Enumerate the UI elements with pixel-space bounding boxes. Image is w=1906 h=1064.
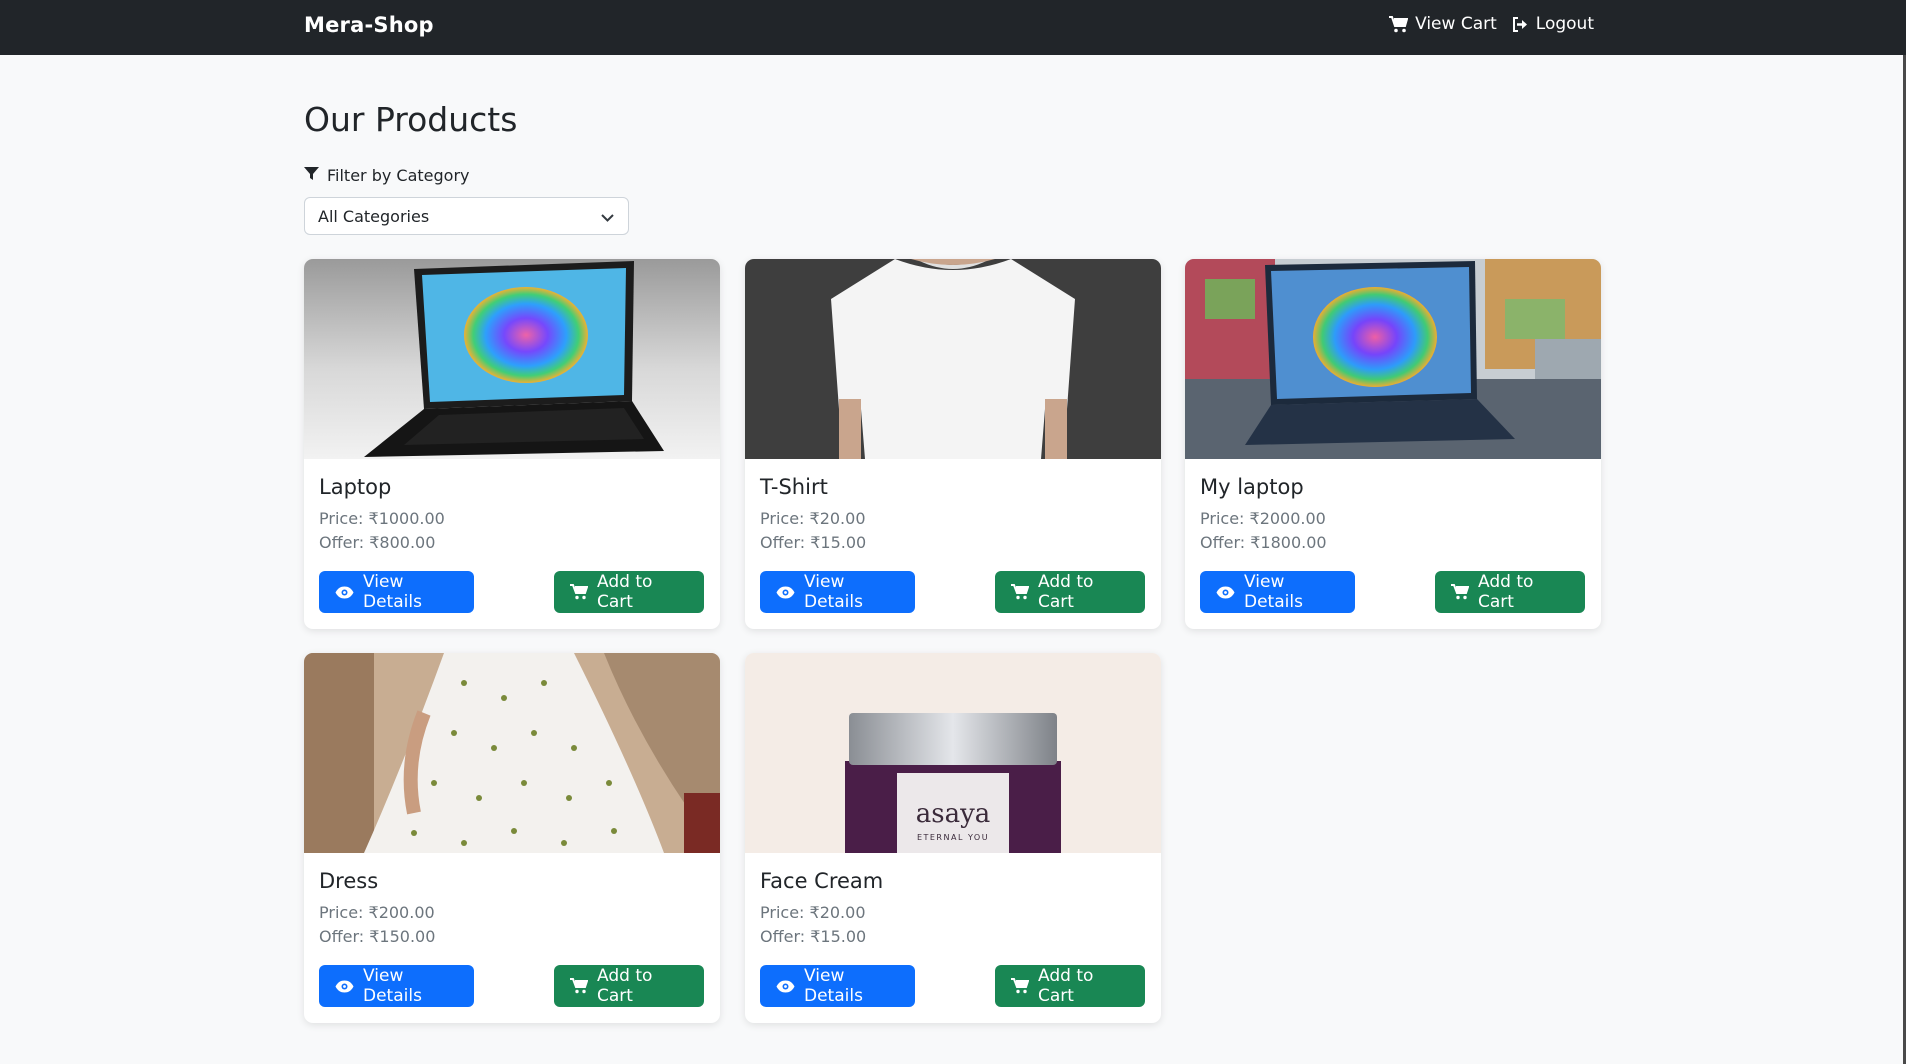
navbar: Mera-Shop View Cart Logout bbox=[0, 0, 1906, 55]
logout-icon bbox=[1511, 16, 1529, 33]
product-name[interactable]: T-Shirt bbox=[760, 475, 828, 499]
cart-icon bbox=[1389, 15, 1409, 33]
view-details-button[interactable]: View Details bbox=[319, 571, 474, 613]
add-to-cart-label: Add to Cart bbox=[597, 966, 653, 1006]
category-select[interactable]: All Categories bbox=[304, 197, 629, 235]
cart-icon bbox=[570, 978, 588, 994]
laptop-image bbox=[304, 259, 720, 459]
eye-icon bbox=[335, 980, 354, 993]
chevron-down-icon bbox=[601, 207, 614, 226]
product-offer: Offer: ₹1800.00 bbox=[1200, 533, 1327, 552]
face-cream-image: asaya ETERNAL YOU bbox=[745, 653, 1161, 853]
view-details-button[interactable]: View Details bbox=[1200, 571, 1355, 613]
filter-label-text: Filter by Category bbox=[327, 166, 470, 185]
jar-tagline: ETERNAL YOU bbox=[916, 833, 990, 842]
product-price: Price: ₹200.00 bbox=[319, 903, 435, 922]
add-to-cart-button[interactable]: Add to Cart bbox=[1435, 571, 1585, 613]
view-details-label: View Details bbox=[363, 966, 422, 1006]
product-card: My laptop Price: ₹2000.00 Offer: ₹1800.0… bbox=[1185, 259, 1601, 629]
product-price: Price: ₹20.00 bbox=[760, 903, 866, 922]
add-to-cart-label: Add to Cart bbox=[1038, 572, 1094, 612]
category-select-value: All Categories bbox=[318, 206, 430, 226]
eye-icon bbox=[776, 980, 795, 993]
add-to-cart-label: Add to Cart bbox=[1478, 572, 1534, 612]
view-details-button[interactable]: View Details bbox=[760, 965, 915, 1007]
product-price: Price: ₹1000.00 bbox=[319, 509, 445, 528]
product-offer: Offer: ₹150.00 bbox=[319, 927, 436, 946]
view-details-label: View Details bbox=[363, 572, 422, 612]
view-details-label: View Details bbox=[804, 572, 863, 612]
cart-icon bbox=[570, 584, 588, 600]
product-price: Price: ₹2000.00 bbox=[1200, 509, 1326, 528]
filter-icon bbox=[304, 166, 319, 185]
view-cart-link[interactable]: View Cart bbox=[1389, 14, 1497, 34]
eye-icon bbox=[1216, 586, 1235, 599]
add-to-cart-button[interactable]: Add to Cart bbox=[554, 965, 704, 1007]
view-cart-label: View Cart bbox=[1415, 14, 1497, 34]
product-offer: Offer: ₹15.00 bbox=[760, 927, 867, 946]
laptop-outdoor-image bbox=[1185, 259, 1601, 459]
product-name[interactable]: Dress bbox=[319, 869, 378, 893]
view-details-button[interactable]: View Details bbox=[760, 571, 915, 613]
product-card: asaya ETERNAL YOU Face Cream Price: ₹20.… bbox=[745, 653, 1161, 1023]
view-details-label: View Details bbox=[804, 966, 863, 1006]
tshirt-image bbox=[745, 259, 1161, 459]
cart-icon bbox=[1011, 584, 1029, 600]
add-to-cart-button[interactable]: Add to Cart bbox=[995, 965, 1145, 1007]
product-offer: Offer: ₹15.00 bbox=[760, 533, 867, 552]
add-to-cart-label: Add to Cart bbox=[597, 572, 653, 612]
nav-links: View Cart Logout bbox=[1389, 14, 1594, 34]
filter-label: Filter by Category bbox=[304, 166, 470, 185]
eye-icon bbox=[335, 586, 354, 599]
brand-logo[interactable]: Mera-Shop bbox=[304, 13, 434, 37]
product-card: Laptop Price: ₹1000.00 Offer: ₹800.00 Vi… bbox=[304, 259, 720, 629]
product-name[interactable]: Laptop bbox=[319, 475, 391, 499]
view-details-label: View Details bbox=[1244, 572, 1303, 612]
add-to-cart-label: Add to Cart bbox=[1038, 966, 1094, 1006]
view-details-button[interactable]: View Details bbox=[319, 965, 474, 1007]
logout-link[interactable]: Logout bbox=[1511, 14, 1594, 34]
product-card: T-Shirt Price: ₹20.00 Offer: ₹15.00 View… bbox=[745, 259, 1161, 629]
product-offer: Offer: ₹800.00 bbox=[319, 533, 436, 552]
add-to-cart-button[interactable]: Add to Cart bbox=[554, 571, 704, 613]
dress-image bbox=[304, 653, 720, 853]
jar-brand: asaya bbox=[915, 799, 991, 829]
add-to-cart-button[interactable]: Add to Cart bbox=[995, 571, 1145, 613]
page-title: Our Products bbox=[304, 100, 518, 139]
cart-icon bbox=[1011, 978, 1029, 994]
logout-label: Logout bbox=[1535, 14, 1594, 34]
cart-icon bbox=[1451, 584, 1469, 600]
eye-icon bbox=[776, 586, 795, 599]
product-price: Price: ₹20.00 bbox=[760, 509, 866, 528]
product-name[interactable]: Face Cream bbox=[760, 869, 883, 893]
product-name[interactable]: My laptop bbox=[1200, 475, 1304, 499]
product-card: Dress Price: ₹200.00 Offer: ₹150.00 View… bbox=[304, 653, 720, 1023]
